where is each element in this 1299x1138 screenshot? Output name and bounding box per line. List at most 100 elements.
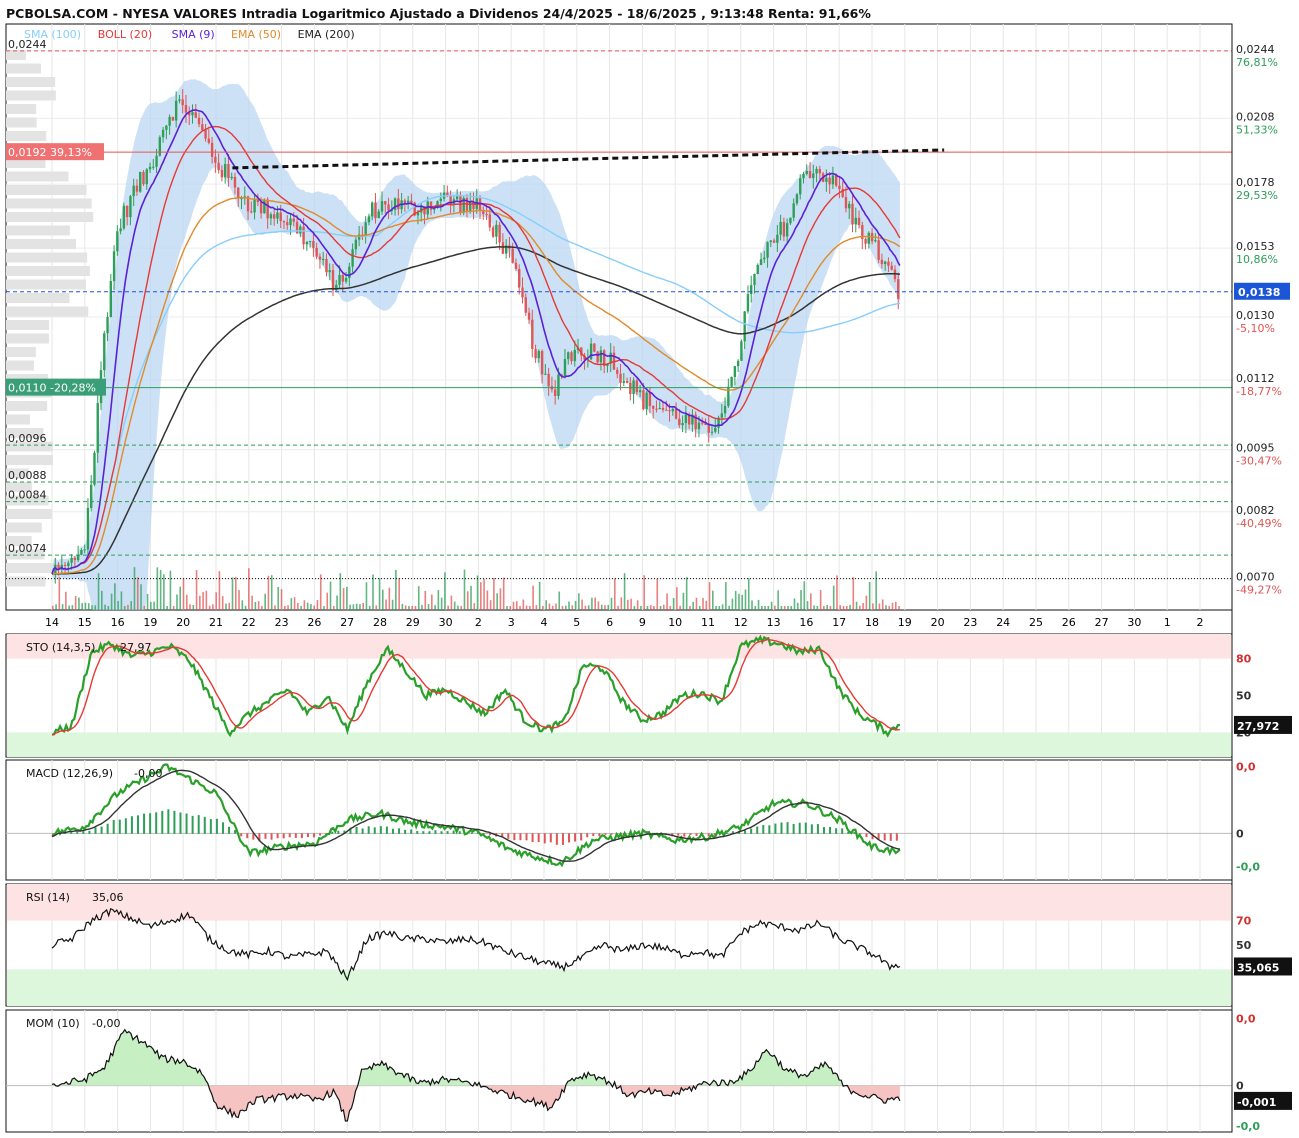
macd-histogram-bar bbox=[549, 833, 552, 843]
volume-bar bbox=[218, 571, 221, 610]
candle-body bbox=[83, 549, 86, 551]
candle-body bbox=[524, 297, 527, 313]
volume-bar bbox=[156, 567, 159, 610]
volume-bar bbox=[476, 575, 479, 610]
y-tick-pct: 76,81% bbox=[1236, 56, 1278, 69]
x-tick-label: 9 bbox=[639, 616, 646, 629]
candle-body bbox=[593, 343, 596, 352]
macd-histogram-bar bbox=[331, 831, 334, 834]
macd-histogram-bar bbox=[118, 819, 121, 834]
volume-bar bbox=[803, 581, 806, 610]
volume-bar bbox=[698, 605, 701, 610]
volume-bar bbox=[68, 605, 70, 610]
candle-body bbox=[135, 185, 139, 192]
volume-bar bbox=[757, 599, 760, 610]
volume-bar bbox=[368, 605, 371, 610]
panel-tick: -0,0 bbox=[1236, 1120, 1260, 1133]
volume-bar bbox=[257, 601, 260, 610]
volume-profile-bar bbox=[6, 333, 50, 344]
volume-profile-bar bbox=[6, 90, 56, 101]
candle-body bbox=[299, 226, 302, 234]
volume-bar bbox=[731, 598, 734, 610]
candle-body bbox=[145, 169, 148, 185]
volume-bar bbox=[457, 605, 459, 610]
volume-bar bbox=[127, 604, 129, 610]
volume-bar bbox=[78, 597, 80, 610]
candle-body bbox=[109, 281, 113, 318]
candle-body bbox=[763, 257, 766, 260]
volume-bar bbox=[689, 605, 691, 610]
y-tick-pct: 51,33% bbox=[1236, 123, 1278, 136]
x-tick-label: 20 bbox=[931, 616, 945, 629]
volume-bar bbox=[499, 588, 502, 610]
volume-profile-bar bbox=[6, 414, 30, 425]
y-tick-label: 0,0208 bbox=[1236, 110, 1275, 123]
macd-histogram-bar bbox=[167, 809, 170, 834]
volume-bar bbox=[274, 605, 276, 610]
volume-bar bbox=[587, 605, 590, 610]
panel-tick: 0 bbox=[1236, 827, 1244, 840]
macd-histogram-bar bbox=[683, 833, 686, 837]
candle-body bbox=[374, 202, 377, 219]
candle-body bbox=[518, 269, 521, 288]
panel-title: MACD (12,26,9) bbox=[26, 767, 113, 780]
volume-bar bbox=[728, 605, 730, 610]
macd-histogram-bar bbox=[404, 829, 407, 834]
volume-bar bbox=[280, 589, 283, 610]
legend-item: EMA (200) bbox=[298, 28, 355, 41]
x-tick-label: 14 bbox=[45, 616, 59, 629]
volume-bar bbox=[215, 592, 217, 610]
candle-body bbox=[616, 369, 619, 374]
candle-body bbox=[70, 558, 73, 563]
volume-bar bbox=[865, 595, 868, 610]
x-tick-label: 20 bbox=[176, 616, 190, 629]
volume-bar bbox=[391, 599, 394, 610]
volume-bar bbox=[447, 605, 449, 610]
volume-bar bbox=[529, 605, 531, 610]
panel-tick: 80 bbox=[1236, 653, 1252, 666]
volume-bar bbox=[627, 599, 629, 610]
volume-bar bbox=[466, 591, 469, 610]
resistance-label: 0,0192 39,13% bbox=[8, 146, 92, 159]
macd-histogram-bar bbox=[555, 833, 558, 845]
candle-body bbox=[707, 424, 710, 433]
volume-profile-bar bbox=[6, 50, 26, 60]
macd-histogram-bar bbox=[446, 831, 449, 834]
volume-bar bbox=[816, 605, 819, 610]
x-tick-label: 30 bbox=[439, 616, 453, 629]
candle-body bbox=[119, 228, 122, 232]
candle-body bbox=[207, 138, 211, 143]
volume-profile-bar bbox=[6, 401, 48, 411]
candle-body bbox=[259, 202, 263, 214]
volume-bar bbox=[872, 603, 874, 610]
candle-body bbox=[90, 484, 93, 508]
candle-body bbox=[678, 418, 681, 426]
candle-body bbox=[116, 231, 119, 252]
candle-body bbox=[272, 214, 276, 219]
volume-bar bbox=[133, 567, 136, 610]
volume-bar bbox=[55, 604, 57, 610]
candle-body bbox=[534, 348, 537, 359]
macd-histogram-bar bbox=[379, 826, 382, 834]
candle-body bbox=[344, 277, 348, 282]
candle-body bbox=[619, 373, 622, 383]
volume-bar bbox=[862, 602, 864, 610]
volume-bar bbox=[486, 590, 489, 610]
candle-body bbox=[802, 173, 805, 179]
macd-histogram-bar bbox=[161, 810, 164, 834]
volume-profile-bar bbox=[6, 225, 70, 236]
candle-body bbox=[759, 259, 763, 265]
volume-bar bbox=[747, 578, 750, 610]
volume-bar bbox=[329, 581, 332, 610]
x-tick-label: 5 bbox=[573, 616, 580, 629]
x-tick-label: 25 bbox=[1029, 616, 1043, 629]
candle-body bbox=[825, 177, 828, 182]
volume-bar bbox=[110, 593, 113, 610]
candle-body bbox=[772, 240, 776, 243]
volume-bar bbox=[868, 581, 871, 610]
x-tick-label: 12 bbox=[734, 616, 748, 629]
panel-tick: 0 bbox=[1236, 1080, 1244, 1093]
volume-bar bbox=[633, 605, 636, 610]
candle-body bbox=[795, 194, 799, 204]
volume-bar bbox=[564, 605, 567, 610]
